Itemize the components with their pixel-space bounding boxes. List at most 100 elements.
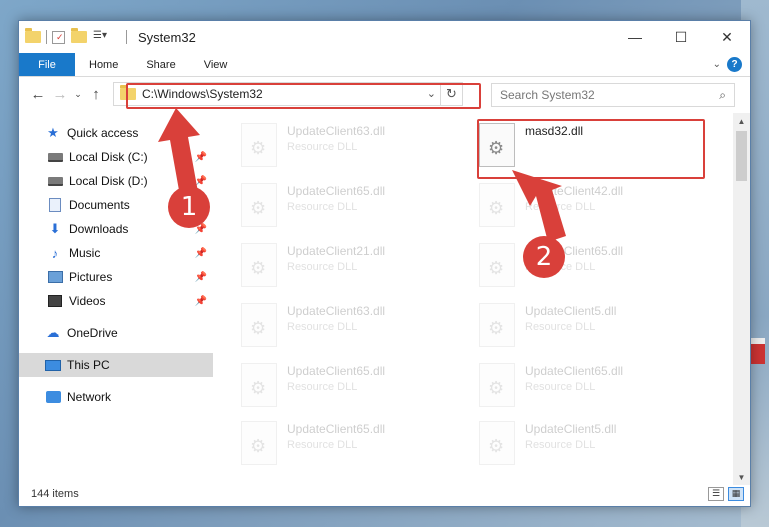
scrollbar-thumb[interactable] — [736, 131, 747, 181]
file-name: UpdateClient21.dll — [287, 244, 386, 258]
file-item[interactable]: UpdateClient5.dll Resource DLL — [479, 303, 709, 359]
tab-view[interactable]: View — [190, 53, 242, 76]
download-icon: ⬇ — [49, 221, 61, 236]
dll-file-icon — [241, 123, 277, 167]
file-item[interactable]: UpdateClient21.dll Resource DLL — [241, 243, 471, 299]
file-name: UpdateClient65.dll — [287, 364, 386, 378]
customize-toolbar-icon[interactable]: ☰▾ — [93, 30, 115, 44]
item-count: 144 items — [31, 487, 79, 500]
file-name: masd32.dll — [525, 124, 584, 138]
file-type: Resource DLL — [525, 381, 596, 393]
document-icon — [47, 198, 63, 212]
title-bar: ✓ ☰▾ System32 — ☐ ✕ — [19, 21, 750, 53]
step-marker-2: 2 — [523, 236, 565, 278]
tab-file[interactable]: File — [19, 53, 75, 76]
file-item[interactable]: UpdateClient42.dll Resource DLL — [479, 183, 709, 239]
address-path[interactable]: C:\Windows\System32 — [142, 87, 263, 101]
window-title: System32 — [138, 29, 196, 45]
address-bar[interactable]: C:\Windows\System32 ⌄ ↻ — [113, 82, 463, 106]
file-type: Resource DLL — [525, 201, 596, 213]
drive-icon — [47, 150, 63, 164]
vertical-scrollbar[interactable]: ▲ ▼ — [733, 113, 750, 485]
scroll-up-arrow-icon[interactable]: ▲ — [733, 113, 750, 129]
refresh-icon[interactable]: ↻ — [440, 83, 462, 105]
file-item[interactable]: UpdateClient65.dll Resource DLL — [479, 243, 709, 299]
file-item[interactable]: UpdateClient5.dll Resource DLL — [479, 421, 709, 477]
properties-icon[interactable]: ✓ — [52, 30, 65, 44]
back-arrow-icon[interactable]: ← — [27, 83, 49, 105]
up-arrow-icon[interactable]: ↑ — [85, 83, 107, 105]
music-icon: ♪ — [51, 245, 59, 261]
file-type: Resource DLL — [287, 261, 358, 273]
file-item-masd32[interactable]: masd32.dll — [479, 123, 709, 179]
address-dropdown-chevron-icon[interactable]: ⌄ — [427, 87, 436, 100]
file-type: Resource DLL — [287, 439, 358, 451]
step-marker-1: 1 — [168, 186, 210, 228]
dll-file-icon — [241, 303, 277, 347]
close-button[interactable]: ✕ — [704, 21, 750, 53]
file-type: Resource DLL — [287, 381, 358, 393]
forward-arrow-icon[interactable]: → — [49, 83, 71, 105]
search-icon[interactable]: ⌕ — [719, 88, 726, 103]
maximize-button[interactable]: ☐ — [658, 21, 704, 53]
sidebar-item-network[interactable]: Network — [19, 385, 213, 409]
computer-icon — [45, 358, 61, 372]
expand-ribbon-chevron-icon[interactable]: ⌄ — [713, 59, 721, 70]
new-folder-icon[interactable] — [71, 28, 87, 43]
navigation-pane: ★ Quick access Local Disk (C:) 📌 Local D… — [19, 111, 213, 481]
dll-file-icon — [241, 183, 277, 227]
dll-file-icon — [479, 363, 515, 407]
star-icon: ★ — [47, 125, 59, 140]
pin-icon: 📌 — [194, 151, 207, 163]
tab-share[interactable]: Share — [132, 53, 189, 76]
large-icons-view-icon[interactable]: ▦ — [728, 486, 744, 501]
file-name: UpdateClient42.dll — [525, 184, 624, 198]
drive-icon — [47, 174, 63, 188]
sidebar-item-this-pc[interactable]: This PC — [19, 353, 213, 377]
file-item[interactable]: UpdateClient63.dll Resource DLL — [241, 123, 471, 179]
file-type: Resource DLL — [287, 201, 358, 213]
file-name: UpdateClient63.dll — [287, 124, 386, 138]
pin-icon: 📌 — [194, 271, 207, 283]
file-item[interactable]: UpdateClient65.dll Resource DLL — [241, 421, 471, 477]
dll-file-icon — [241, 363, 277, 407]
file-name: UpdateClient5.dll — [525, 304, 617, 318]
file-item[interactable]: UpdateClient65.dll Resource DLL — [479, 363, 709, 419]
file-item[interactable]: UpdateClient65.dll Resource DLL — [241, 183, 471, 239]
minimize-button[interactable]: — — [612, 21, 658, 53]
search-input[interactable]: Search System32 ⌕ — [491, 83, 735, 107]
tab-home[interactable]: Home — [75, 53, 132, 76]
pin-icon: 📌 — [194, 295, 207, 307]
videos-icon — [47, 294, 63, 308]
sidebar-item-music[interactable]: ♪ Music 📌 — [19, 241, 213, 265]
file-name: UpdateClient65.dll — [287, 184, 386, 198]
file-item[interactable]: UpdateClient65.dll Resource DLL — [241, 363, 471, 419]
file-type: Resource DLL — [287, 141, 358, 153]
cloud-icon: ☁ — [46, 325, 60, 340]
folder-icon — [25, 28, 41, 43]
file-type: Resource DLL — [525, 321, 596, 333]
sidebar-item-quick-access[interactable]: ★ Quick access — [19, 121, 213, 145]
sidebar-item-local-disk-c[interactable]: Local Disk (C:) 📌 — [19, 145, 213, 169]
file-name: UpdateClient5.dll — [525, 422, 617, 436]
file-type: Resource DLL — [525, 439, 596, 451]
file-list: UpdateClient63.dll Resource DLL masd32.d… — [213, 111, 750, 481]
file-name: UpdateClient65.dll — [287, 422, 386, 436]
recent-locations-chevron-icon[interactable]: ⌄ — [71, 83, 85, 105]
file-item[interactable]: UpdateClient63.dll Resource DLL — [241, 303, 471, 359]
network-icon — [45, 390, 61, 404]
pictures-icon — [47, 270, 63, 284]
pin-icon: 📌 — [194, 175, 207, 187]
file-explorer-window: ✓ ☰▾ System32 — ☐ ✕ File Home Share View… — [18, 20, 751, 507]
help-icon[interactable]: ? — [727, 57, 742, 72]
ribbon-tabs: File Home Share View ⌄ ? — [19, 53, 750, 77]
sidebar-item-videos[interactable]: Videos 📌 — [19, 289, 213, 313]
dll-file-icon — [479, 123, 515, 167]
file-name: UpdateClient65.dll — [525, 364, 624, 378]
details-view-icon[interactable]: ☰ — [708, 486, 724, 501]
sidebar-item-pictures[interactable]: Pictures 📌 — [19, 265, 213, 289]
file-name: UpdateClient63.dll — [287, 304, 386, 318]
pin-icon: 📌 — [194, 247, 207, 259]
sidebar-item-onedrive[interactable]: ☁ OneDrive — [19, 321, 213, 345]
dll-file-icon — [479, 421, 515, 465]
